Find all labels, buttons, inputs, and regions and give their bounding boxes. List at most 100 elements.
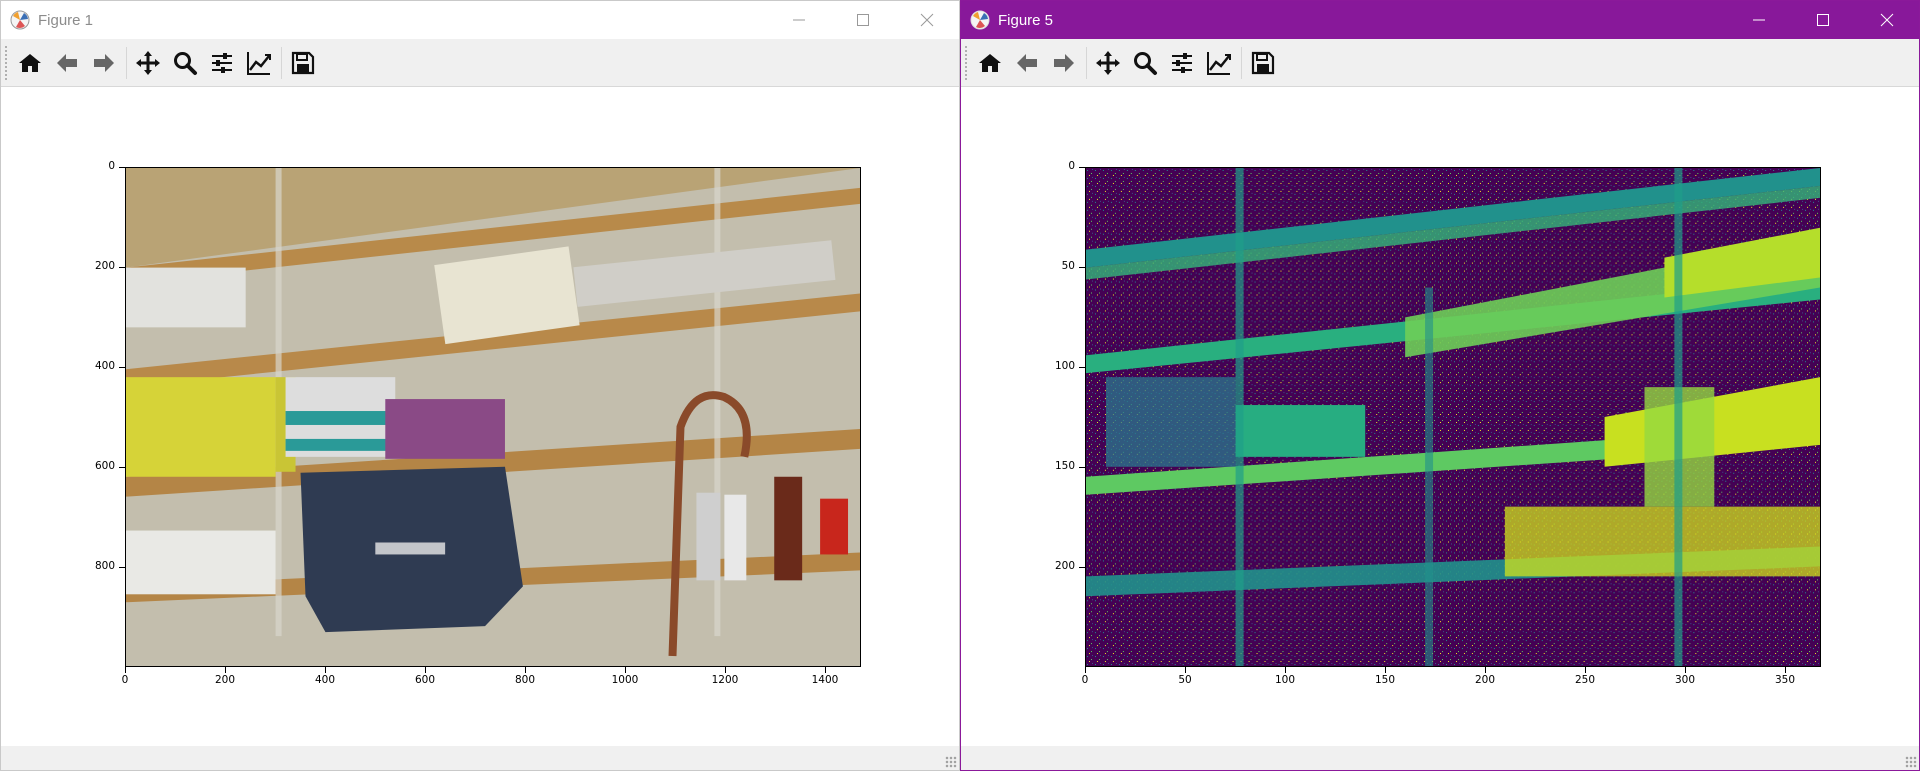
y-tick-label: 150 — [1054, 460, 1075, 472]
matplotlib-logo-icon — [970, 10, 990, 30]
forward-button[interactable] — [1049, 47, 1079, 79]
close-icon — [1880, 13, 1894, 27]
move-icon — [136, 50, 160, 75]
toolbar-separator — [1086, 46, 1087, 79]
y-tick-mark — [119, 467, 125, 468]
x-tick-mark — [1785, 667, 1786, 673]
toolbar-separator — [1241, 46, 1242, 79]
magnifier-icon — [1134, 51, 1157, 75]
y-tick-label: 800 — [94, 560, 115, 572]
resize-grip[interactable] — [1905, 756, 1917, 768]
home-icon — [979, 53, 1001, 72]
x-tick-label: 600 — [414, 674, 436, 686]
x-tick-label: 200 — [1474, 674, 1496, 686]
title-bar[interactable]: Figure 5 — [961, 1, 1919, 39]
figure-5-window: Figure 5 0 50 100 150 200 0 50 100 150 2… — [960, 0, 1920, 771]
window-title: Figure 1 — [38, 11, 94, 29]
y-tick-mark — [119, 167, 125, 168]
y-tick-mark — [1079, 267, 1085, 268]
maximize-icon — [1817, 14, 1829, 26]
figure-canvas[interactable]: 0 50 100 150 200 0 50 100 150 200 250 30… — [961, 87, 1919, 746]
status-bar — [961, 746, 1919, 770]
y-tick-mark — [1079, 367, 1085, 368]
edit-axis-button[interactable] — [1204, 47, 1234, 79]
configure-subplots-button[interactable] — [1167, 47, 1197, 79]
x-tick-mark — [1085, 667, 1086, 673]
maximize-button[interactable] — [1791, 1, 1855, 39]
pan-button[interactable] — [1093, 47, 1123, 79]
close-button[interactable] — [895, 1, 959, 39]
x-tick-label: 1200 — [711, 674, 739, 686]
zoom-button[interactable] — [1130, 47, 1160, 79]
x-tick-mark — [725, 667, 726, 673]
close-button[interactable] — [1855, 1, 1919, 39]
line-chart-icon — [247, 51, 271, 75]
y-tick-mark — [119, 267, 125, 268]
arrow-right-icon — [1054, 53, 1074, 72]
minimize-icon — [793, 19, 805, 21]
x-tick-label: 400 — [314, 674, 336, 686]
status-bar — [1, 746, 959, 770]
x-tick-mark — [225, 667, 226, 673]
close-icon — [920, 13, 934, 27]
forward-button[interactable] — [89, 47, 119, 79]
sliders-icon — [212, 52, 232, 73]
x-tick-label: 1400 — [811, 674, 839, 686]
save-button[interactable] — [1248, 47, 1278, 79]
zoom-button[interactable] — [170, 47, 200, 79]
y-tick-mark — [119, 567, 125, 568]
x-tick-label: 200 — [214, 674, 236, 686]
minimize-button[interactable] — [767, 1, 831, 39]
x-tick-mark — [525, 667, 526, 673]
y-tick-mark — [1079, 567, 1085, 568]
x-tick-mark — [1385, 667, 1386, 673]
y-tick-mark — [119, 367, 125, 368]
y-tick-label: 400 — [94, 360, 115, 372]
y-tick-label: 0 — [108, 160, 115, 172]
home-button[interactable] — [975, 47, 1005, 79]
y-tick-label: 200 — [94, 260, 115, 272]
back-button[interactable] — [52, 47, 82, 79]
toolbar-separator — [126, 46, 127, 79]
floppy-disk-icon — [291, 51, 315, 74]
minimize-button[interactable] — [1727, 1, 1791, 39]
move-icon — [1096, 50, 1120, 75]
toolbar-grip[interactable] — [5, 45, 7, 80]
back-button[interactable] — [1012, 47, 1042, 79]
figure-canvas[interactable]: 0 200 400 600 800 0 200 400 600 800 1000… — [1, 87, 959, 746]
arrow-left-icon — [57, 53, 77, 72]
save-button[interactable] — [288, 47, 318, 79]
x-tick-label: 1000 — [611, 674, 639, 686]
sliders-icon — [1172, 52, 1192, 73]
x-tick-mark — [125, 667, 126, 673]
x-tick-label: 0 — [121, 674, 129, 686]
window-title: Figure 5 — [998, 11, 1054, 29]
figure-1-window: Figure 1 0 200 400 600 800 0 200 400 600… — [0, 0, 960, 771]
resize-grip[interactable] — [945, 756, 957, 768]
x-tick-mark — [1285, 667, 1286, 673]
y-tick-mark — [1079, 467, 1085, 468]
title-bar[interactable]: Figure 1 — [1, 1, 959, 39]
x-tick-label: 50 — [1178, 674, 1192, 686]
x-tick-mark — [1585, 667, 1586, 673]
home-button[interactable] — [15, 47, 45, 79]
edit-axis-button[interactable] — [244, 47, 274, 79]
toolbar-separator — [281, 46, 282, 79]
x-tick-mark — [1685, 667, 1686, 673]
y-tick-label: 100 — [1054, 360, 1075, 372]
x-tick-label: 300 — [1674, 674, 1696, 686]
configure-subplots-button[interactable] — [207, 47, 237, 79]
toolbar-grip[interactable] — [965, 45, 967, 80]
pan-button[interactable] — [133, 47, 163, 79]
maximize-button[interactable] — [831, 1, 895, 39]
navigation-toolbar — [961, 39, 1919, 87]
arrow-right-icon — [94, 53, 114, 72]
x-tick-mark — [1485, 667, 1486, 673]
home-icon — [19, 53, 41, 72]
image-axes[interactable] — [1085, 167, 1821, 667]
y-tick-label: 600 — [94, 460, 115, 472]
x-tick-mark — [1185, 667, 1186, 673]
arrow-left-icon — [1017, 53, 1037, 72]
image-axes[interactable] — [125, 167, 861, 667]
navigation-toolbar — [1, 39, 959, 87]
